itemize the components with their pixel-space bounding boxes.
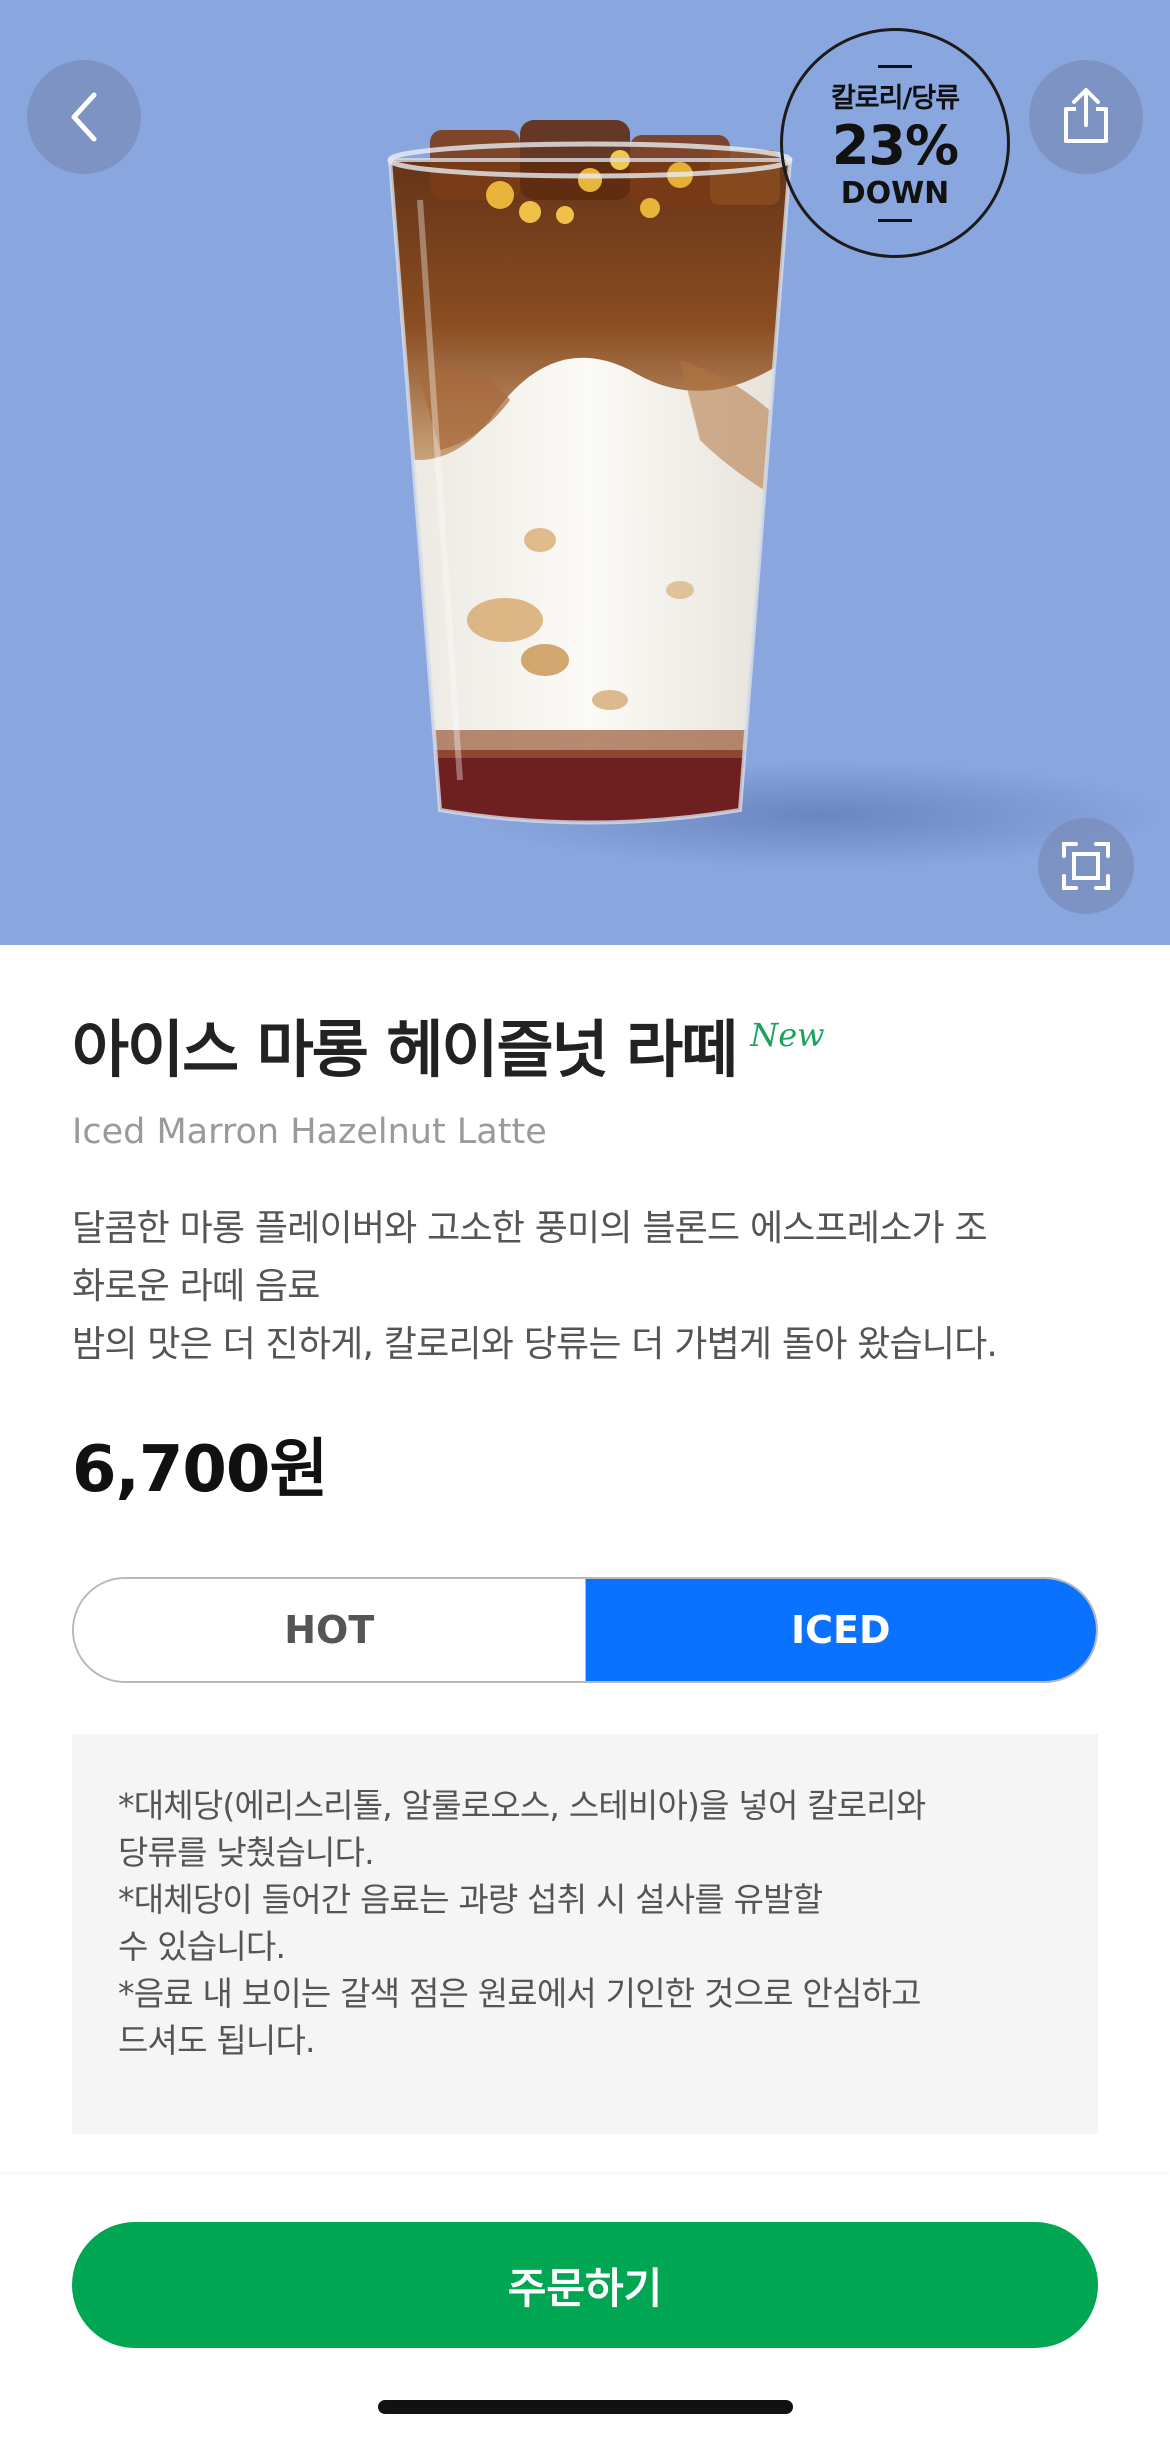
description-line: 밤의 맛은 더 진하게, 칼로리와 당류는 더 가볍게 돌아 왔습니다.: [72, 1324, 998, 1365]
hot-option-button[interactable]: HOT: [74, 1579, 586, 1681]
share-button[interactable]: [1029, 60, 1143, 174]
product-notice-box: *대체당(에리스리톨, 알룰로오스, 스테비아)을 넣어 칼로리와 당류를 낮췄…: [72, 1734, 1098, 2134]
temperature-toggle: HOT ICED: [72, 1577, 1098, 1683]
notice-line: *대체당이 들어간 음료는 과량 섭취 시 설사를 유발할: [118, 1880, 823, 1919]
notice-line: 수 있습니다.: [118, 1927, 286, 1966]
badge-top-text: 칼로리/당류: [830, 82, 960, 114]
notice-line: *대체당(에리스리톨, 알룰로오스, 스테비아)을 넣어 칼로리와: [118, 1786, 926, 1825]
notice-line: *음료 내 보이는 갈색 점은 원료에서 기인한 것으로 안심하고: [118, 1974, 921, 2013]
badge-down-text: DOWN: [840, 175, 950, 211]
notice-line: 당류를 낮췄습니다.: [118, 1833, 375, 1872]
bottom-action-bar: 주문하기: [0, 2175, 1170, 2437]
home-indicator: [378, 2400, 793, 2414]
order-button[interactable]: 주문하기: [72, 2222, 1098, 2348]
drink-image: [387, 120, 793, 825]
chevron-left-icon: [71, 92, 97, 142]
product-hero-image: 칼로리/당류 23% DOWN: [0, 0, 1170, 945]
calorie-down-badge: 칼로리/당류 23% DOWN: [780, 28, 1010, 258]
badge-divider-top: [878, 64, 912, 68]
iced-option-button[interactable]: ICED: [585, 1579, 1096, 1681]
description-line: 달콤한 마롱 플레이버와 고소한 풍미의 블론드 에스프레소가 조: [72, 1208, 988, 1249]
expand-icon: [1062, 842, 1110, 890]
back-button[interactable]: [27, 60, 141, 174]
badge-divider-bottom: [878, 218, 912, 222]
product-title-row: 아이스 마롱 헤이즐넛 라떼 New: [72, 1010, 825, 1090]
product-detail-page: 칼로리/당류 23% DOWN 아이스 마롱 헤이즐넛 라떼 New Iced …: [0, 0, 1170, 2437]
product-description: 달콤한 마롱 플레이버와 고소한 풍미의 블론드 에스프레소가 조 화로운 라떼…: [72, 1200, 1112, 1374]
share-icon: [1064, 88, 1108, 143]
new-tag: New: [750, 1016, 825, 1054]
product-price: 6,700원: [72, 1433, 328, 1507]
badge-percent: 23%: [831, 113, 959, 177]
description-line: 화로운 라떼 음료: [72, 1266, 320, 1307]
product-name-ko: 아이스 마롱 헤이즐넛 라떼: [72, 1013, 738, 1086]
notice-line: 드셔도 됩니다.: [118, 2021, 316, 2060]
zoom-button[interactable]: [1038, 818, 1134, 914]
product-name-en: Iced Marron Hazelnut Latte: [72, 1112, 547, 1152]
